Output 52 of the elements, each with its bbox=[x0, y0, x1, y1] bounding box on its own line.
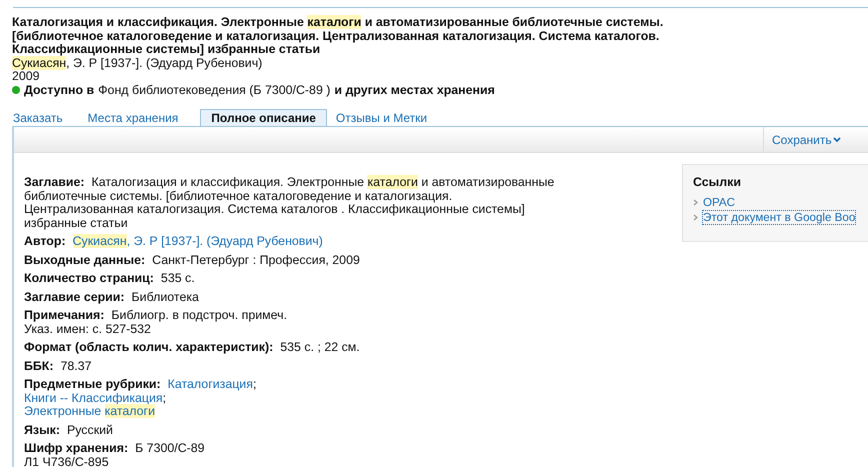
record-author: Сукиасян, Э. Р [1937-]. (Эдуард Рубенович) bbox=[12, 56, 262, 70]
field-value: Каталогизация и классификация. Электронные bbox=[92, 175, 366, 189]
field-value: Библиотека bbox=[132, 290, 199, 304]
field-value: Русский bbox=[66, 422, 113, 436]
field-label: Предметные рубрики: bbox=[24, 377, 161, 391]
field-label: Заглавие: bbox=[24, 175, 85, 189]
field-value: ; bbox=[162, 390, 166, 404]
field-value: Л1 Ч736/С-895 bbox=[24, 454, 109, 468]
field-value: избранные статьи bbox=[24, 216, 128, 230]
field-value: 535 с. bbox=[160, 271, 195, 285]
field-value: Б 7300/С-89 bbox=[135, 441, 205, 455]
field-link[interactable]: Книги -- Классификация bbox=[24, 390, 163, 404]
external-link[interactable]: OPAC bbox=[702, 195, 736, 210]
availability-note: и других местах хранения bbox=[334, 84, 495, 97]
tab[interactable]: Заказать bbox=[10, 109, 74, 126]
save-button[interactable]: Сохранить bbox=[772, 132, 841, 146]
field-label: Выходные данные: bbox=[24, 252, 146, 266]
availability-location: Фонд библиотековедения (Б 7300/С-89 ) bbox=[98, 84, 330, 97]
field-value: библиотечные системы. [библиотечное каталоговедение и каталогизация. bbox=[24, 188, 452, 202]
field-value: каталоги bbox=[367, 175, 418, 189]
field-label: Автор: bbox=[24, 234, 66, 248]
field-value: Библиогр. в подстроч. примеч. bbox=[111, 308, 288, 322]
record-title: Каталогизация и классификация. Электронные каталоги и автоматизированные библиотечные системы. bbox=[12, 16, 664, 30]
availability-label: Доступно в bbox=[24, 84, 94, 97]
field-link[interactable]: Каталогизация bbox=[168, 377, 253, 391]
caret-icon bbox=[832, 136, 841, 142]
record-year: 2009 bbox=[12, 70, 40, 84]
field-value: Указ. имен: с. 527-532 bbox=[24, 322, 151, 336]
tab[interactable]: Полное описание bbox=[200, 109, 327, 126]
field-value: Санкт-Петербург : Профессия, 2009 bbox=[152, 252, 360, 266]
links-title: Ссылки bbox=[693, 175, 742, 189]
record-title: [библиотечное каталоговедение и каталогизация. Централизованная каталогизация. Система каталогов. bbox=[12, 30, 660, 43]
field-value: 78.37 bbox=[60, 358, 92, 372]
record-title: Классификационные системы] избранные статьи bbox=[12, 43, 322, 56]
field-value: Централизованная каталогизация. Система каталогов . Классификационные системы] bbox=[24, 202, 525, 216]
external-link[interactable]: Этот документ в Google Boo bbox=[702, 210, 856, 225]
field-value: 535 с. ; 22 см. bbox=[280, 340, 360, 354]
field-label: Шифр хранения: bbox=[24, 441, 128, 455]
field-label: ББК: bbox=[24, 358, 54, 372]
field-link[interactable]: каталоги bbox=[104, 404, 156, 418]
field-label: Заглавие серии: bbox=[24, 290, 125, 304]
field-label: Формат (область колич. характеристик): bbox=[24, 340, 274, 354]
field-link[interactable]: , Э. Р [1937-]. (Эдуард Рубенович) bbox=[126, 234, 323, 248]
field-label: Количество страниц: bbox=[24, 271, 154, 285]
tab[interactable]: Отзывы и Метки bbox=[332, 109, 438, 126]
field-value: и автоматизированные bbox=[420, 175, 554, 189]
field-link[interactable]: Сукиасян bbox=[72, 234, 127, 248]
field-label: Примечания: bbox=[24, 308, 104, 322]
field-label: Язык: bbox=[24, 422, 60, 436]
field-value: ; bbox=[252, 377, 256, 391]
tab[interactable]: Места хранения bbox=[84, 109, 190, 126]
field-link[interactable]: Электронные bbox=[24, 404, 105, 418]
